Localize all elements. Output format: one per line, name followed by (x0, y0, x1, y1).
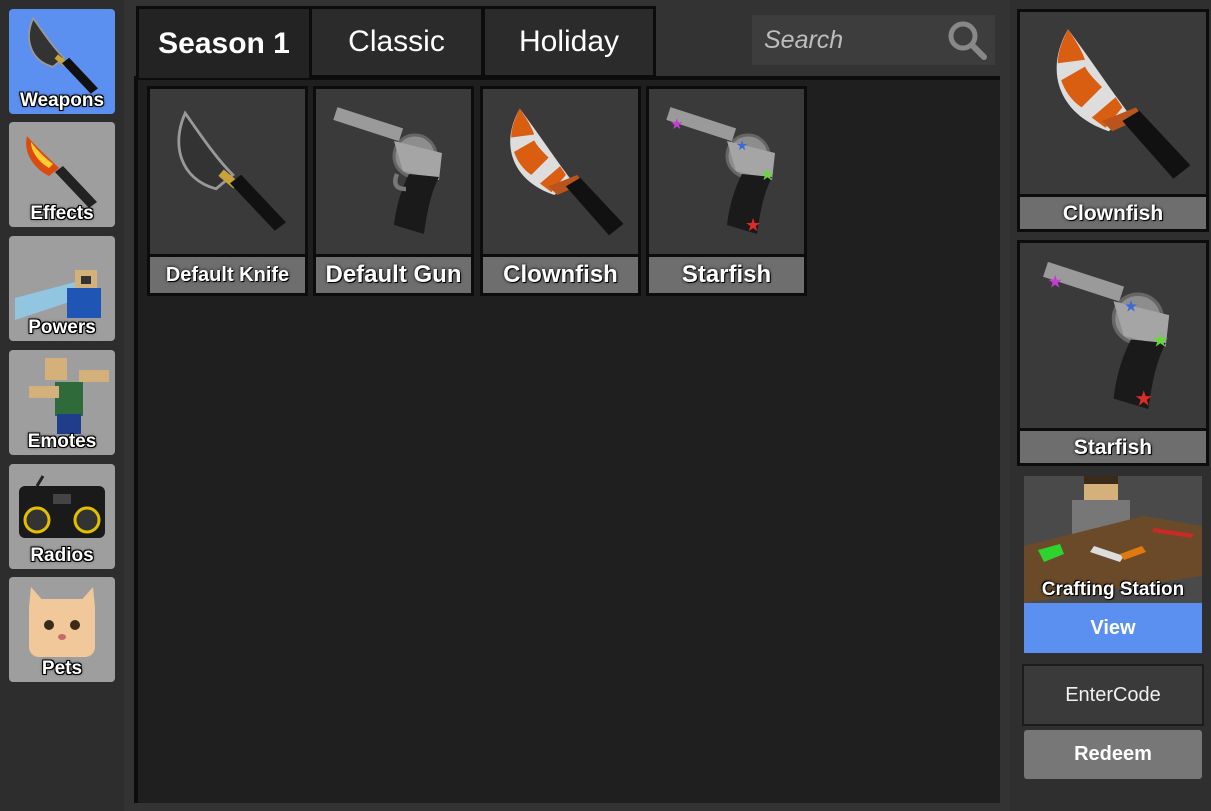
item-name: Starfish (649, 254, 804, 293)
view-crafting-button[interactable]: View (1024, 603, 1202, 653)
category-effects[interactable]: Effects (9, 122, 115, 227)
tab-holiday[interactable]: Holiday (482, 6, 656, 78)
category-pets[interactable]: Pets (9, 577, 115, 682)
category-radios[interactable]: Radios (9, 464, 115, 569)
item-name: Default Knife (150, 254, 305, 293)
tab-label: Holiday (518, 25, 620, 58)
clownfish-knife-icon (510, 108, 624, 236)
category-label: Radios (30, 545, 94, 566)
equipped-gun-name: Starfish (1020, 428, 1206, 463)
search-icon[interactable] (946, 19, 988, 61)
category-label: Pets (41, 658, 83, 679)
category-emotes[interactable]: Emotes (9, 350, 115, 455)
tab-label: Classic (348, 25, 445, 58)
item-card-starfish[interactable]: Starfish (646, 86, 807, 296)
equipped-knife-slot[interactable]: Clownfish (1017, 9, 1209, 232)
tab-classic[interactable]: Classic (309, 6, 484, 78)
crafting-station-label: Crafting Station (1041, 579, 1185, 600)
revolver-icon (316, 89, 471, 254)
equipped-knife-name: Clownfish (1020, 194, 1206, 229)
category-label: Powers (28, 317, 96, 338)
category-powers[interactable]: Powers (9, 236, 115, 341)
category-label: Emotes (27, 431, 97, 452)
item-name: Clownfish (483, 254, 638, 293)
category-weapons[interactable]: Weapons (9, 9, 115, 114)
equipped-gun-slot[interactable]: Starfish (1017, 240, 1209, 466)
category-label: Effects (30, 203, 94, 224)
clownfish-knife-icon (1056, 29, 1191, 179)
tab-label: Season 1 (158, 26, 290, 60)
tab-season-1[interactable]: Season 1 (136, 6, 312, 78)
item-name: Default Gun (316, 254, 471, 293)
category-label: Weapons (19, 90, 105, 111)
starfish-gun-icon (1041, 260, 1172, 413)
knife-icon (177, 111, 288, 233)
item-card-clownfish[interactable]: Clownfish (480, 86, 641, 296)
starfish-gun-icon (664, 105, 777, 237)
code-input[interactable] (1022, 664, 1204, 726)
item-card-default-gun[interactable]: Default Gun (313, 86, 474, 296)
redeem-button[interactable]: Redeem (1024, 730, 1202, 779)
item-card-default-knife[interactable]: Default Knife (147, 86, 308, 296)
crafting-station-card: Crafting Station (1024, 476, 1202, 603)
